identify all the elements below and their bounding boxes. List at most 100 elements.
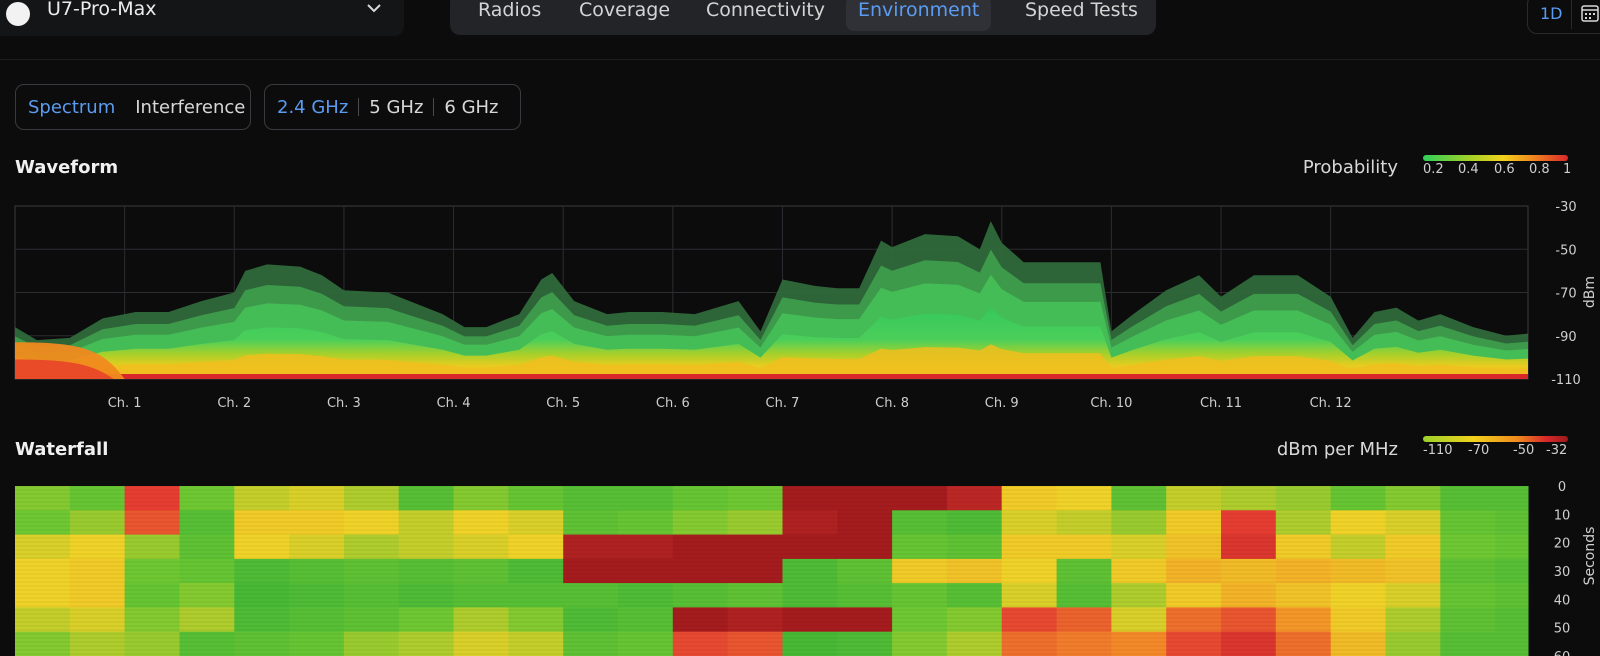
waterfall-cell <box>563 558 619 584</box>
waterfall-cell <box>837 607 893 633</box>
waterfall-cell <box>1001 558 1057 584</box>
y-tick-label: -70 <box>1555 287 1576 302</box>
waterfall-cell <box>69 583 126 608</box>
y-tick-label: 60 <box>1554 650 1571 656</box>
waterfall-cell <box>343 607 400 633</box>
waterfall-cell <box>234 558 290 584</box>
waterfall-cell <box>1385 583 1441 608</box>
waterfall-cell <box>1385 631 1441 656</box>
waterfall-cell <box>946 558 1003 584</box>
waterfall-cell <box>453 583 509 608</box>
waterfall-cell <box>1330 631 1386 656</box>
waterfall-cell <box>782 558 838 584</box>
y-tick-label: 10 <box>1554 508 1571 523</box>
y-tick-label: 20 <box>1554 537 1571 552</box>
waterfall-cell <box>1330 558 1386 584</box>
x-tick-label: Ch. 3 <box>327 396 361 411</box>
waterfall-cell <box>618 607 674 633</box>
waterfall-cell <box>289 631 345 656</box>
waterfall-cell <box>1440 583 1496 608</box>
waterfall-cell <box>563 631 619 656</box>
waveform-layers <box>15 221 1528 379</box>
waterfall-cell <box>1440 607 1496 633</box>
waterfall-cell <box>179 607 235 633</box>
y-tick-label: -110 <box>1551 373 1581 388</box>
waterfall-cell <box>837 583 893 608</box>
waterfall-cell <box>289 607 345 633</box>
waterfall-cell <box>343 583 400 608</box>
waterfall-cell <box>892 558 948 584</box>
waterfall-cell <box>1056 558 1112 584</box>
y-tick-label: 40 <box>1554 593 1571 608</box>
waterfall-cell <box>1221 631 1277 656</box>
waterfall-cell <box>1001 631 1057 656</box>
charts-canvas: -30 -50 -70 -90 -110 Ch. 1 Ch. 2 Ch. 3 Ch. 4 Ch. … <box>14 200 1598 656</box>
waterfall-cell <box>946 607 1003 633</box>
x-tick-label: Ch. 10 <box>1090 396 1132 411</box>
waterfall-cell <box>179 583 235 608</box>
waterfall-cell <box>782 583 838 608</box>
waterfall-cell <box>398 631 454 656</box>
waterfall-cell <box>563 583 619 608</box>
waterfall-cell <box>1166 583 1222 608</box>
waterfall-cell <box>782 607 838 633</box>
waterfall-cell <box>1275 583 1332 608</box>
waterfall-cell <box>782 631 838 656</box>
x-tick-label: Ch. 1 <box>108 396 142 411</box>
waterfall-cell <box>398 607 454 633</box>
waterfall-cell <box>618 558 674 584</box>
waterfall-cell <box>1275 558 1332 584</box>
waterfall-cell <box>837 558 893 584</box>
waterfall-cell <box>892 607 948 633</box>
waterfall-cell <box>453 607 509 633</box>
waterfall-cell <box>453 558 509 584</box>
waterfall-cell <box>727 607 783 633</box>
waterfall-cell <box>234 607 290 633</box>
waterfall-cell <box>1111 607 1167 633</box>
y-tick-label: 0 <box>1558 480 1566 495</box>
waterfall-cell <box>618 583 674 608</box>
waterfall-cell <box>563 607 619 633</box>
x-tick-label: Ch. 11 <box>1200 396 1242 411</box>
waterfall-cell <box>837 631 893 656</box>
waterfall-cell <box>1330 607 1386 633</box>
waterfall-cell <box>508 558 564 584</box>
waterfall-cell <box>672 607 729 633</box>
waveform-chart: -30 -50 -70 -90 -110 Ch. 1 Ch. 2 Ch. 3 Ch. 4 Ch. … <box>14 200 1598 411</box>
waterfall-cell <box>508 607 564 633</box>
waterfall-cell <box>727 583 783 608</box>
waterfall-cell <box>508 631 564 656</box>
waterfall-cell <box>289 558 345 584</box>
waterfall-cell <box>124 558 180 584</box>
waterfall-cell <box>1495 558 1529 584</box>
waterfall-cell <box>1330 583 1386 608</box>
x-tick-label: Ch. 7 <box>766 396 800 411</box>
waterfall-cell <box>1056 607 1112 633</box>
waterfall-cell <box>892 583 948 608</box>
x-tick-label: Ch. 5 <box>546 396 580 411</box>
waterfall-cell <box>69 607 126 633</box>
waterfall-cell <box>69 558 126 584</box>
waterfall-cell <box>343 558 400 584</box>
waterfall-cell <box>1221 583 1277 608</box>
waterfall-cell <box>1275 631 1332 656</box>
x-tick-label: Ch. 2 <box>217 396 251 411</box>
waterfall-cell <box>1385 607 1441 633</box>
waterfall-cell <box>1440 631 1496 656</box>
waterfall-cell <box>15 631 71 656</box>
waterfall-cell <box>1001 607 1057 633</box>
waterfall-cell <box>1056 631 1112 656</box>
waterfall-cell <box>1111 631 1167 656</box>
waterfall-cell <box>1111 583 1167 608</box>
waterfall-cell <box>124 583 180 608</box>
x-tick-label: Ch. 9 <box>985 396 1019 411</box>
waterfall-cell <box>1056 583 1112 608</box>
waterfall-cell <box>289 583 345 608</box>
waterfall-cell <box>508 583 564 608</box>
waterfall-cell <box>343 631 400 656</box>
waterfall-cell <box>672 583 729 608</box>
waterfall-cell <box>15 558 71 584</box>
waterfall-cell <box>1111 558 1167 584</box>
waterfall-cell <box>1001 583 1057 608</box>
waterfall-cell <box>1495 631 1529 656</box>
